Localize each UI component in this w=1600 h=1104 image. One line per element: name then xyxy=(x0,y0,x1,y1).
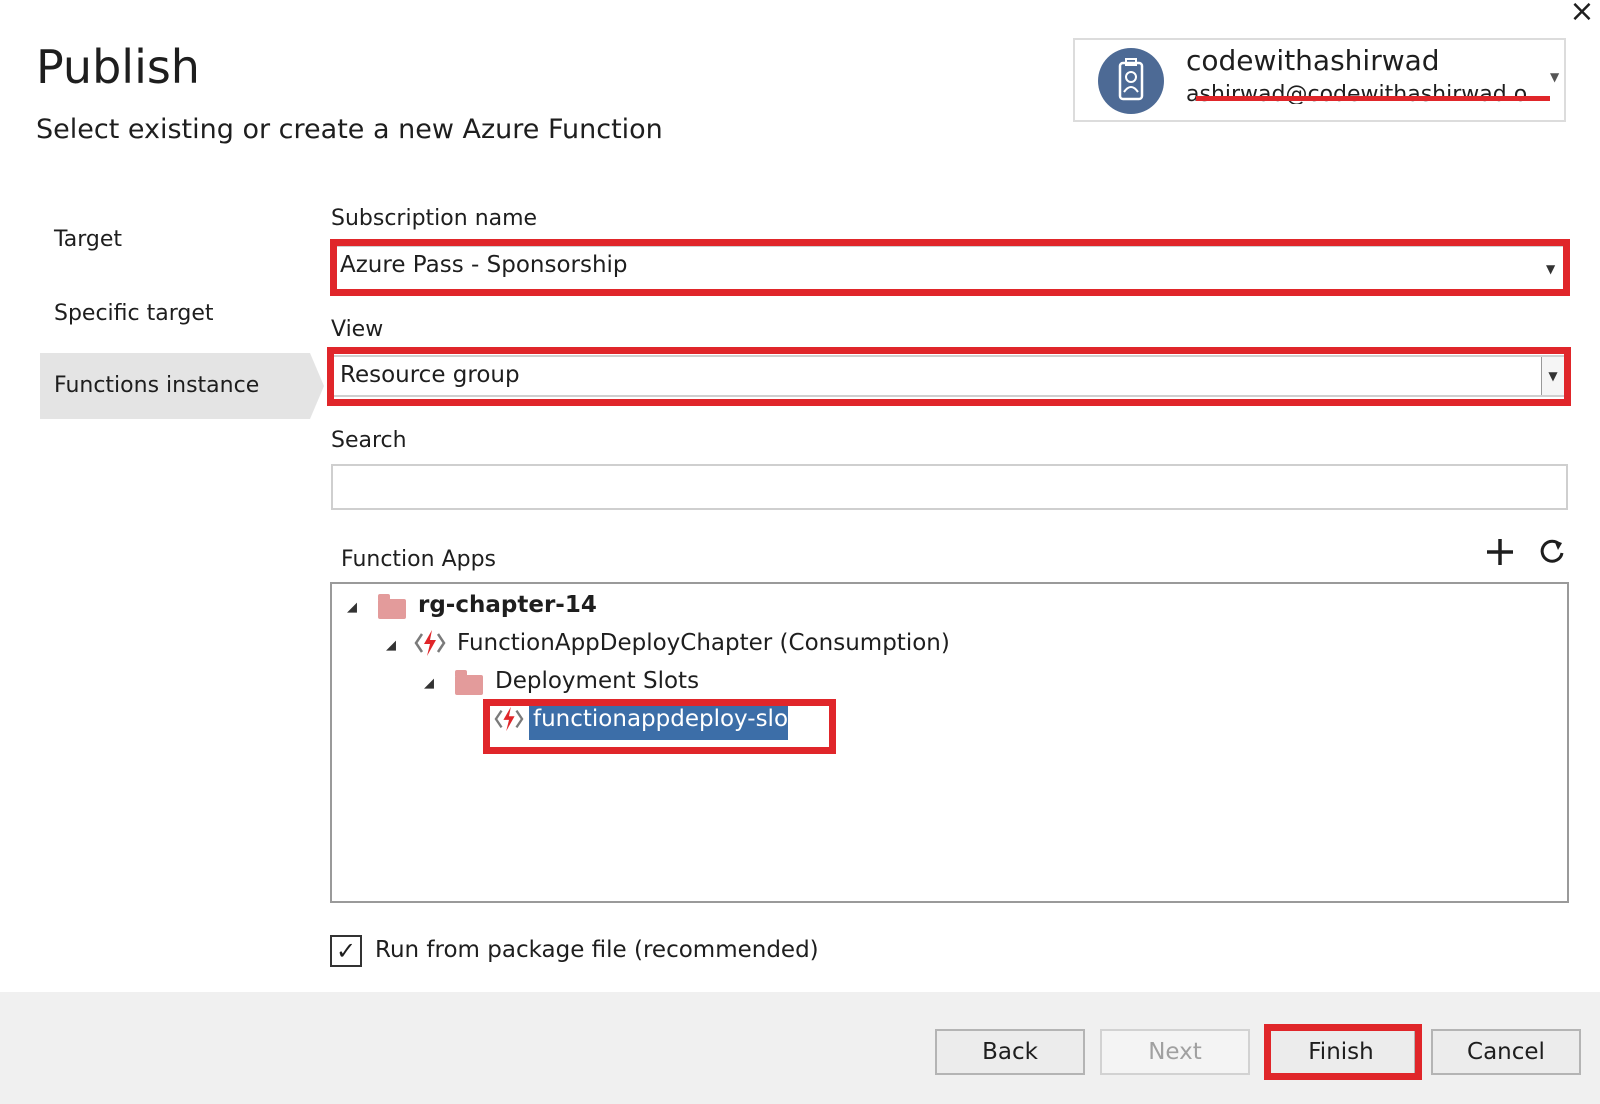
tree-item-deployment-slots[interactable]: Deployment Slots xyxy=(495,668,699,694)
user-badge-icon xyxy=(1098,48,1164,114)
next-button[interactable]: Next xyxy=(1100,1029,1250,1075)
refresh-button[interactable] xyxy=(1536,536,1568,568)
account-name: codewithashirwad xyxy=(1186,44,1440,77)
refresh-icon xyxy=(1540,539,1564,563)
collapse-icon[interactable]: ◢ xyxy=(424,676,434,691)
chevron-down-icon[interactable]: ▼ xyxy=(1550,70,1559,84)
folder-icon xyxy=(455,670,483,695)
page-subtitle: Select existing or create a new Azure Fu… xyxy=(36,114,663,145)
tree-item-slot[interactable]: functionappdeploy-slot xyxy=(533,706,797,732)
collapse-icon[interactable]: ◢ xyxy=(386,638,396,653)
function-apps-label: Function Apps xyxy=(341,547,497,572)
page-title: Publish xyxy=(36,40,200,94)
close-button[interactable]: × xyxy=(1566,0,1598,28)
add-function-app-button[interactable] xyxy=(1484,536,1516,568)
function-app-icon xyxy=(414,628,446,658)
redaction-mark xyxy=(1196,96,1550,101)
chevron-down-icon: ▼ xyxy=(1546,262,1556,276)
nav-active-indicator xyxy=(310,353,324,419)
nav-item-target[interactable]: Target xyxy=(40,207,310,273)
subscription-value: Azure Pass - Sponsorship xyxy=(340,252,628,278)
view-label: View xyxy=(331,317,384,342)
finish-button[interactable]: Finish xyxy=(1266,1029,1416,1075)
collapse-icon[interactable]: ◢ xyxy=(347,600,357,615)
run-from-package-label: Run from package file (recommended) xyxy=(375,937,819,963)
nav-item-functions-instance[interactable]: Functions instance xyxy=(40,353,310,419)
function-app-icon xyxy=(494,705,524,733)
search-input[interactable] xyxy=(331,464,1568,510)
folder-icon xyxy=(378,594,406,619)
plus-icon xyxy=(1487,539,1513,565)
view-value: Resource group xyxy=(340,362,520,388)
close-icon: × xyxy=(1569,0,1595,29)
tree-item-resource-group[interactable]: rg-chapter-14 xyxy=(418,592,597,618)
chevron-down-icon[interactable]: ▼ xyxy=(1541,357,1564,395)
back-button[interactable]: Back xyxy=(935,1029,1085,1075)
run-from-package-checkbox[interactable]: ✓ xyxy=(330,935,362,967)
search-label: Search xyxy=(331,428,407,453)
tree-item-function-app[interactable]: FunctionAppDeployChapter (Consumption) xyxy=(457,630,950,656)
cancel-button[interactable]: Cancel xyxy=(1431,1029,1581,1075)
nav-item-specific-target[interactable]: Specific target xyxy=(40,281,310,347)
subscription-label: Subscription name xyxy=(331,206,538,231)
